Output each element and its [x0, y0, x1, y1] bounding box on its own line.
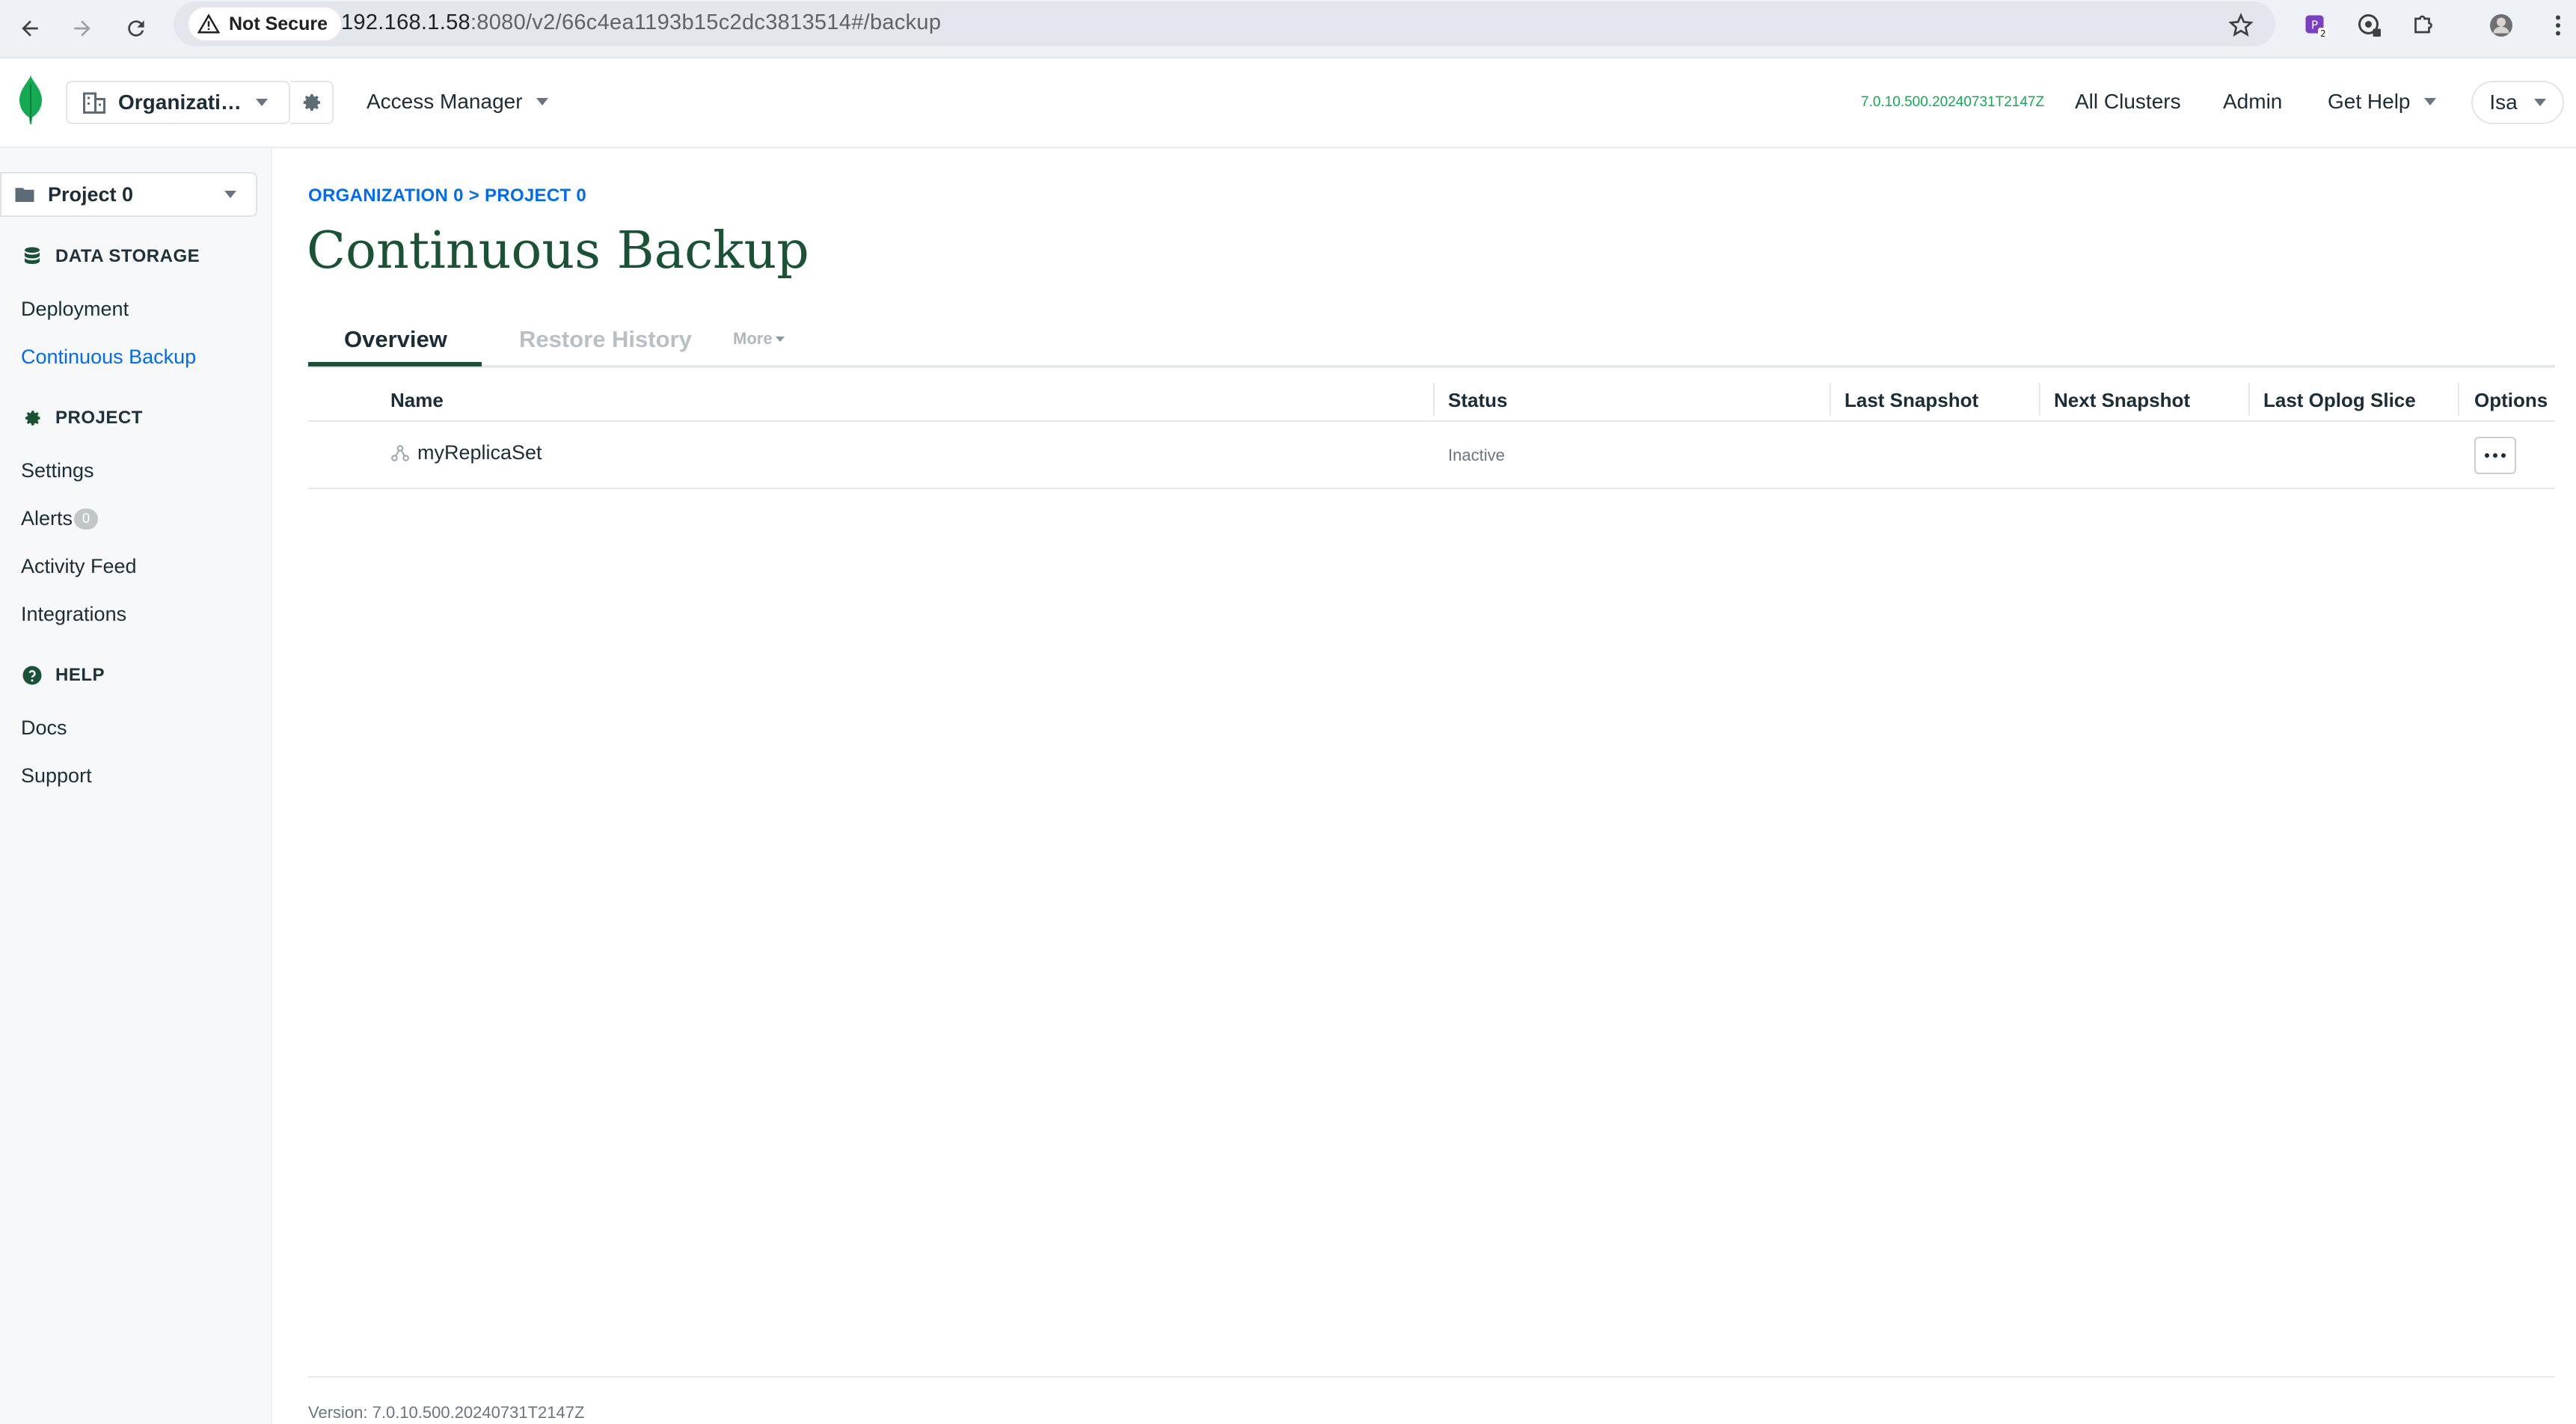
- organization-name: Organizatio...: [118, 90, 245, 114]
- section-title: PROJECT: [55, 408, 143, 428]
- svg-text:P: P: [2311, 19, 2318, 32]
- chevron-down-icon: [256, 99, 268, 106]
- column-header-options: Options: [2474, 389, 2548, 411]
- building-icon: [83, 92, 105, 114]
- browser-toolbar: Not Secure 192.168.1.58:8080/v2/66c4ea11…: [0, 0, 2576, 58]
- replica-set-name: myReplicaSet: [417, 441, 542, 464]
- column-divider: [2458, 383, 2459, 416]
- warning-icon: [197, 13, 220, 34]
- column-divider: [1830, 383, 1831, 416]
- column-divider: [2248, 383, 2250, 416]
- app-header: Organizatio... Access Manager 7.0.10.500…: [0, 58, 2576, 148]
- sidebar-section-data-storage: DATA STORAGE: [21, 245, 200, 268]
- user-menu-button[interactable]: Isa: [2471, 81, 2564, 124]
- chevron-down-icon: [536, 98, 548, 105]
- column-divider: [1433, 383, 1435, 416]
- user-name: Isa: [2489, 90, 2518, 114]
- admin-link[interactable]: Admin: [2223, 90, 2282, 114]
- column-header-name[interactable]: Name: [390, 389, 444, 412]
- profile-avatar-icon[interactable]: [2483, 7, 2519, 43]
- browser-menu-icon[interactable]: [2540, 7, 2576, 43]
- version-badge: 7.0.10.500.20240731T2147Z: [1861, 94, 2045, 110]
- security-label: Not Secure: [229, 13, 328, 34]
- breadcrumb[interactable]: ORGANIZATION 0 > PROJECT 0: [308, 185, 586, 206]
- organization-selector[interactable]: Organizatio...: [66, 81, 290, 124]
- gear-icon: [25, 411, 40, 426]
- chevron-down-icon: [2533, 99, 2546, 106]
- column-divider: [2039, 383, 2040, 416]
- back-icon[interactable]: [9, 7, 51, 49]
- sidebar-item-continuous-backup[interactable]: Continuous Backup: [21, 346, 196, 369]
- access-manager-label: Access Manager: [367, 90, 523, 113]
- tab-bar: Overview Restore History More: [308, 319, 2555, 368]
- footer-version: Version: 7.0.10.500.20240731T2147Z: [308, 1403, 585, 1422]
- project-selector[interactable]: Project 0: [0, 172, 257, 217]
- tab-overview[interactable]: Overview: [344, 326, 447, 353]
- mongodb-leaf-icon[interactable]: [18, 75, 43, 124]
- database-icon: [25, 247, 40, 264]
- tab-restore-history[interactable]: Restore History: [519, 326, 692, 353]
- replica-set-name-cell[interactable]: myReplicaSet: [390, 441, 542, 464]
- access-manager-dropdown[interactable]: Access Manager: [367, 90, 548, 114]
- project-name: Project 0: [48, 182, 134, 206]
- sidebar-section-project: PROJECT: [21, 407, 143, 429]
- table-header: Name Status Last Snapshot Next Snapshot …: [308, 380, 2555, 422]
- column-header-last-snapshot[interactable]: Last Snapshot: [1844, 389, 1978, 412]
- chevron-down-icon: [775, 336, 785, 342]
- sidebar-item-settings[interactable]: Settings: [21, 459, 94, 482]
- url-host: 192.168.1.58: [341, 10, 470, 34]
- ellipsis-dot: [2493, 453, 2497, 458]
- chevron-down-icon: [2423, 98, 2436, 105]
- ellipsis-dot: [2485, 453, 2489, 458]
- replica-set-icon: [391, 444, 409, 461]
- sidebar-item-activity-feed[interactable]: Activity Feed: [21, 555, 137, 578]
- reload-icon[interactable]: [115, 7, 157, 49]
- sidebar-item-docs[interactable]: Docs: [21, 716, 67, 740]
- get-help-label: Get Help: [2328, 90, 2411, 113]
- column-header-last-oplog-slice[interactable]: Last Oplog Slice: [2263, 389, 2416, 412]
- alerts-label: Alerts: [21, 507, 73, 530]
- security-chip[interactable]: Not Secure: [188, 7, 341, 40]
- sidebar: Project 0 DATA STORAGE Deployment Contin…: [0, 148, 272, 1424]
- backup-table: Name Status Last Snapshot Next Snapshot …: [308, 380, 2555, 489]
- row-options-button[interactable]: [2474, 437, 2516, 474]
- sidebar-section-help: HELP: [21, 664, 105, 687]
- sidebar-item-integrations[interactable]: Integrations: [21, 603, 126, 626]
- table-row: myReplicaSet Inactive: [308, 422, 2555, 489]
- help-icon: [22, 666, 42, 685]
- forward-icon[interactable]: [61, 7, 103, 49]
- organization-settings-button[interactable]: [290, 81, 334, 124]
- section-title: DATA STORAGE: [55, 246, 200, 266]
- extension-purple-icon[interactable]: P2: [2298, 7, 2334, 43]
- get-help-dropdown[interactable]: Get Help: [2328, 90, 2436, 114]
- extensions-puzzle-icon[interactable]: [2405, 7, 2441, 43]
- chevron-down-icon: [224, 191, 236, 198]
- folder-icon: [15, 188, 34, 202]
- alerts-count-badge: 0: [74, 508, 99, 530]
- footer-divider: [308, 1376, 2555, 1378]
- sidebar-item-deployment[interactable]: Deployment: [21, 298, 129, 321]
- password-manager-icon[interactable]: [2352, 7, 2388, 43]
- all-clusters-link[interactable]: All Clusters: [2075, 90, 2181, 114]
- url-path: :8080/v2/66c4ea1193b15c2dc3813514#/backu…: [470, 10, 942, 34]
- gear-icon: [303, 93, 320, 111]
- status-cell: Inactive: [1448, 446, 1505, 464]
- sidebar-item-support[interactable]: Support: [21, 764, 92, 788]
- active-tab-indicator: [308, 362, 482, 366]
- bookmark-star-icon[interactable]: [2223, 7, 2259, 43]
- column-header-next-snapshot[interactable]: Next Snapshot: [2054, 389, 2190, 412]
- more-label: More: [733, 329, 773, 348]
- section-title: HELP: [55, 665, 105, 685]
- url-text[interactable]: 192.168.1.58:8080/v2/66c4ea1193b15c2dc38…: [341, 10, 941, 35]
- ellipsis-dot: [2501, 453, 2506, 458]
- column-header-status[interactable]: Status: [1448, 389, 1507, 412]
- extension-badge: 2: [2320, 28, 2326, 39]
- page-title: Continuous Backup: [307, 221, 809, 280]
- sidebar-item-alerts[interactable]: Alerts 0: [21, 507, 99, 530]
- more-tabs-dropdown[interactable]: More: [733, 329, 785, 349]
